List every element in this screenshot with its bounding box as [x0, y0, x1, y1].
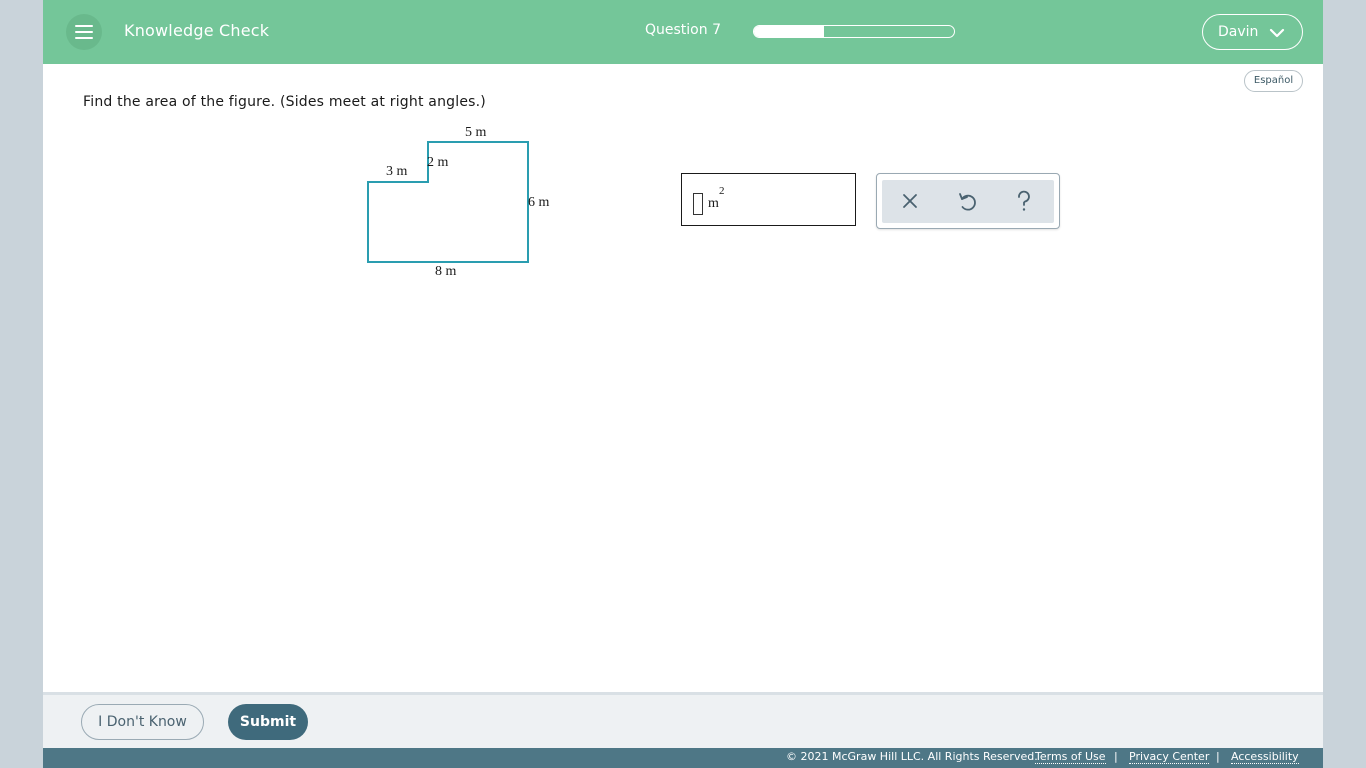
answer-input[interactable]: [693, 193, 703, 215]
accessibility-link[interactable]: Accessibility: [1231, 750, 1299, 764]
progress-bar: [753, 25, 955, 38]
tool-button-group: [882, 180, 1054, 223]
user-name: Davin: [1218, 24, 1259, 40]
unit-exponent: 2: [719, 185, 725, 197]
privacy-center-link[interactable]: Privacy Center: [1129, 750, 1210, 764]
top-header: Knowledge Check Question 7 Davin: [43, 0, 1323, 64]
label-step: 2 m: [427, 155, 449, 170]
question-prompt: Find the area of the figure. (Sides meet…: [83, 94, 486, 110]
geometry-figure: 5 m 2 m 3 m 6 m 8 m: [367, 125, 550, 279]
dont-know-button[interactable]: I Don't Know: [81, 704, 204, 740]
chevron-down-icon: [1269, 28, 1285, 38]
hamburger-menu-icon[interactable]: [66, 14, 102, 50]
answer-area: m 2: [681, 173, 856, 226]
help-icon[interactable]: [1009, 186, 1039, 216]
label-top: 5 m: [465, 125, 487, 140]
language-toggle-button[interactable]: Español: [1244, 70, 1303, 92]
unit-label: m: [708, 196, 719, 211]
close-icon[interactable]: [895, 186, 925, 216]
progress-fill: [754, 26, 824, 37]
copyright-bar: © 2021 McGraw Hill LLC. All Rights Reser…: [43, 748, 1323, 768]
footer-separator: |: [1216, 750, 1220, 763]
app-window: Knowledge Check Question 7 Davin Español…: [43, 0, 1323, 768]
copyright-text: © 2021 McGraw Hill LLC. All Rights Reser…: [786, 750, 1038, 763]
app-title: Knowledge Check: [124, 21, 270, 40]
undo-icon[interactable]: [952, 186, 982, 216]
footer-separator: |: [1114, 750, 1118, 763]
submit-button[interactable]: Submit: [228, 704, 308, 740]
question-number: Question 7: [645, 22, 721, 38]
answer-tool-panel: [876, 173, 1060, 229]
terms-of-use-link[interactable]: Terms of Use: [1035, 750, 1106, 764]
label-left-top: 3 m: [386, 164, 408, 179]
label-right: 6 m: [528, 195, 550, 210]
user-menu-button[interactable]: Davin: [1202, 14, 1303, 50]
label-bottom: 8 m: [435, 264, 457, 279]
